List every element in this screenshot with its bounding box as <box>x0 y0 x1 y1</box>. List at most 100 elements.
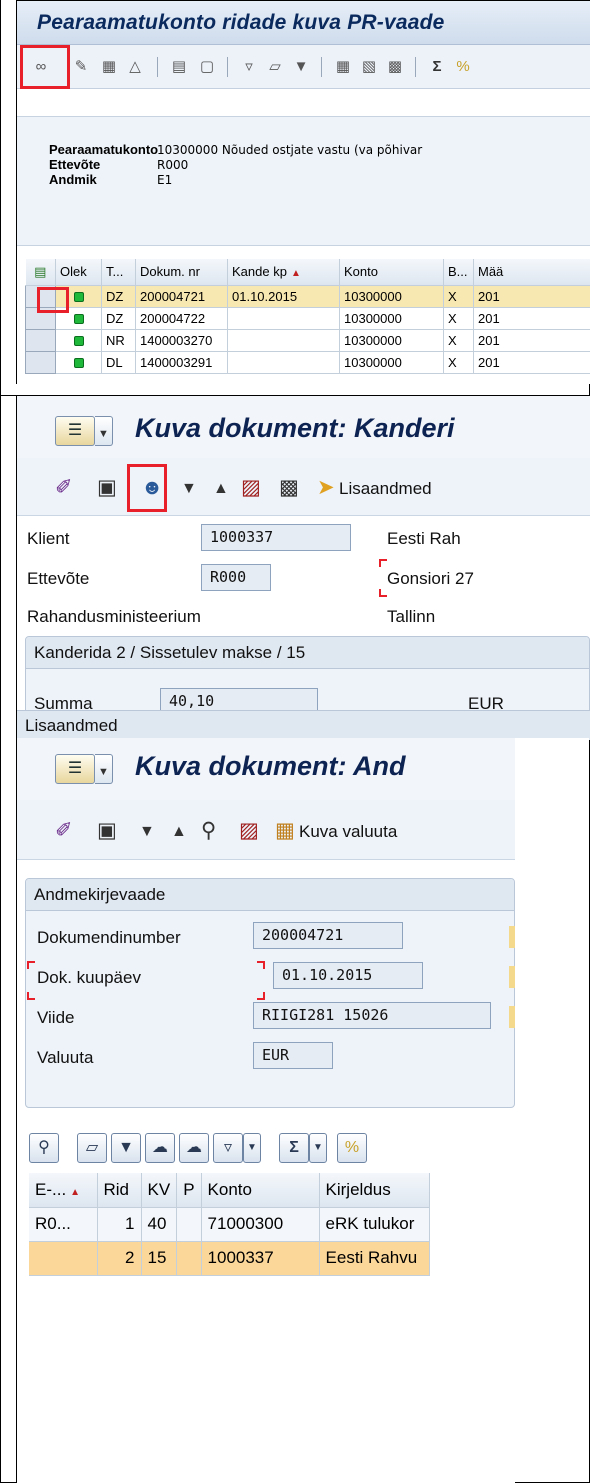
column-header[interactable]: B... <box>443 259 474 286</box>
chevron-down-icon[interactable]: ▼ <box>309 1133 327 1163</box>
layout-change-icon[interactable]: ▧ <box>359 57 379 77</box>
other-document-icon[interactable]: ▣ <box>97 818 117 844</box>
sort-ascending-icon[interactable]: ▿ <box>239 57 259 77</box>
find-icon[interactable]: ☁ <box>145 1133 175 1163</box>
table-cell <box>227 351 340 374</box>
column-header[interactable]: Konto <box>339 259 444 286</box>
row-selector[interactable] <box>25 328 56 352</box>
subtotal-icon[interactable]: % <box>337 1133 367 1163</box>
document-date-field[interactable]: 01.10.2015 <box>273 962 423 989</box>
subtotal-icon[interactable]: % <box>453 57 473 77</box>
column-header[interactable]: T... <box>101 259 136 286</box>
select-all-rows-icon[interactable]: ▤ <box>25 259 56 286</box>
window-title-bar: ☰ ▼ Kuva dokument: And <box>17 738 515 800</box>
arrow-right-icon[interactable]: ➤ <box>317 475 335 501</box>
set-filter-icon[interactable]: ▿ <box>213 1133 243 1163</box>
header-value: 10300000 Nõuded ostjate vastu (va põhiva… <box>157 143 423 157</box>
next-item-icon[interactable]: ▼ <box>181 476 197 502</box>
highlight-corner <box>27 992 35 1000</box>
table-row[interactable]: DZ 200004721 01.10.2015 10300000 X 201 <box>25 284 590 308</box>
table-cell: 40 <box>141 1207 178 1242</box>
gl-line-items-window: Pearaamatukonto ridade kuva PR-vaade ∞ ✎… <box>16 0 590 384</box>
table-header: ▤ Olek T... Dokum. nr Kande kp ▲ Konto B.… <box>25 259 590 286</box>
table-cell: 10300000 <box>339 351 444 374</box>
table-row[interactable]: DL 1400003291 10300000 X 201 <box>25 350 590 374</box>
table-header: E-... ▲ Rid KV P Konto Kirjeldus <box>29 1173 430 1208</box>
details-icon[interactable]: ⚲ <box>29 1133 59 1163</box>
edit-pencil-icon[interactable]: ✎ <box>71 57 91 77</box>
column-header[interactable]: KV <box>141 1173 178 1208</box>
document-number-field[interactable]: 200004721 <box>253 922 403 949</box>
header-value: R000 <box>157 158 189 172</box>
extra-data-button[interactable]: Lisaandmed <box>339 476 432 502</box>
column-header[interactable]: E-... ▲ <box>29 1173 98 1208</box>
display-change-icon[interactable]: ✐ <box>55 475 73 501</box>
column-header[interactable]: Rid <box>97 1173 142 1208</box>
table-cell: 200004721 <box>135 285 228 308</box>
display-change-icon[interactable]: ✐ <box>55 818 73 844</box>
status-light-icon <box>55 329 102 352</box>
filter-icon[interactable]: ▼ <box>291 57 311 77</box>
client-field[interactable]: 1000337 <box>201 524 351 551</box>
hat-icon[interactable]: ▨ <box>239 818 259 844</box>
blank-area <box>515 738 589 1482</box>
filter-icon[interactable]: ▼ <box>111 1133 141 1163</box>
header-row-account: Pearaamatukonto10300000 Nõuded ostjate v… <box>49 142 422 158</box>
table-cell: X <box>443 329 474 352</box>
status-light-icon <box>55 351 102 374</box>
address-street: Gonsiori 27 <box>387 569 474 588</box>
deselect-icon[interactable]: △ <box>125 57 145 77</box>
find-next-icon[interactable]: ☁ <box>179 1133 209 1163</box>
table-cell: 15 <box>141 1241 178 1276</box>
sort-indicator-icon: ▲ <box>290 268 301 280</box>
print-icon[interactable]: ▱ <box>77 1133 107 1163</box>
company-field[interactable]: R000 <box>201 564 271 591</box>
table-cell: 71000300 <box>201 1207 320 1242</box>
document-detail-icon[interactable]: ▢ <box>197 57 217 77</box>
currency-field[interactable]: EUR <box>253 1042 333 1069</box>
next-item-icon[interactable]: ▼ <box>139 819 155 845</box>
sort-indicator-icon: ▲ <box>70 1186 81 1198</box>
chevron-down-icon[interactable]: ▼ <box>95 416 113 446</box>
reference-field[interactable]: RIIGI281 15026 <box>253 1002 491 1029</box>
other-document-icon[interactable]: ▣ <box>97 475 117 501</box>
column-header[interactable]: P <box>176 1173 202 1208</box>
table-cell: 10300000 <box>339 285 444 308</box>
organization-name: Rahandusministeerium <box>27 607 201 626</box>
highlight-corner <box>257 992 265 1000</box>
previous-item-icon[interactable]: ▲ <box>213 476 229 502</box>
table-row[interactable]: 2 15 1000337 Eesti Rahvu <box>29 1241 430 1276</box>
document-icon[interactable]: ▤ <box>169 57 189 77</box>
column-header[interactable]: Konto <box>201 1173 320 1208</box>
table-cell <box>29 1241 98 1276</box>
client-label: Klient <box>27 529 70 548</box>
sum-icon[interactable]: Σ <box>279 1133 309 1163</box>
column-header[interactable]: Kirjeldus <box>319 1173 430 1208</box>
chevron-down-icon[interactable]: ▼ <box>95 754 113 784</box>
layout-grid-icon[interactable]: ▦ <box>333 57 353 77</box>
reference-label: Viide <box>37 1008 75 1027</box>
sum-icon[interactable]: Σ <box>427 57 447 77</box>
menu-button-icon[interactable]: ☰ <box>55 754 95 784</box>
menu-button-icon[interactable]: ☰ <box>55 416 95 446</box>
column-header[interactable]: Dokum. nr <box>135 259 228 286</box>
column-header[interactable]: Kande kp ▲ <box>227 259 340 286</box>
search-icon[interactable]: ⚲ <box>201 818 216 844</box>
table-cell: 201 <box>473 329 590 352</box>
select-all-icon[interactable]: ▦ <box>99 57 119 77</box>
extra-data-tab[interactable]: Lisaandmed <box>17 710 590 740</box>
print-icon[interactable]: ▱ <box>265 57 285 77</box>
hat-icon[interactable]: ▨ <box>241 475 261 501</box>
chevron-down-icon[interactable]: ▼ <box>243 1133 261 1163</box>
row-selector[interactable] <box>25 350 56 374</box>
column-header[interactable]: Mää <box>473 259 590 286</box>
table-row[interactable]: DZ 200004722 10300000 X 201 <box>25 306 590 330</box>
table-row[interactable]: NR 1400003270 10300000 X 201 <box>25 328 590 352</box>
table-row[interactable]: R0... 1 40 71000300 eRK tulukor <box>29 1207 430 1242</box>
currency-icon[interactable]: ▦ <box>275 818 295 844</box>
previous-item-icon[interactable]: ▲ <box>171 819 187 845</box>
column-header[interactable]: Olek <box>55 259 102 286</box>
print-icon[interactable]: ▩ <box>279 475 299 501</box>
display-currency-button[interactable]: Kuva valuuta <box>299 819 397 845</box>
layout-save-icon[interactable]: ▩ <box>385 57 405 77</box>
